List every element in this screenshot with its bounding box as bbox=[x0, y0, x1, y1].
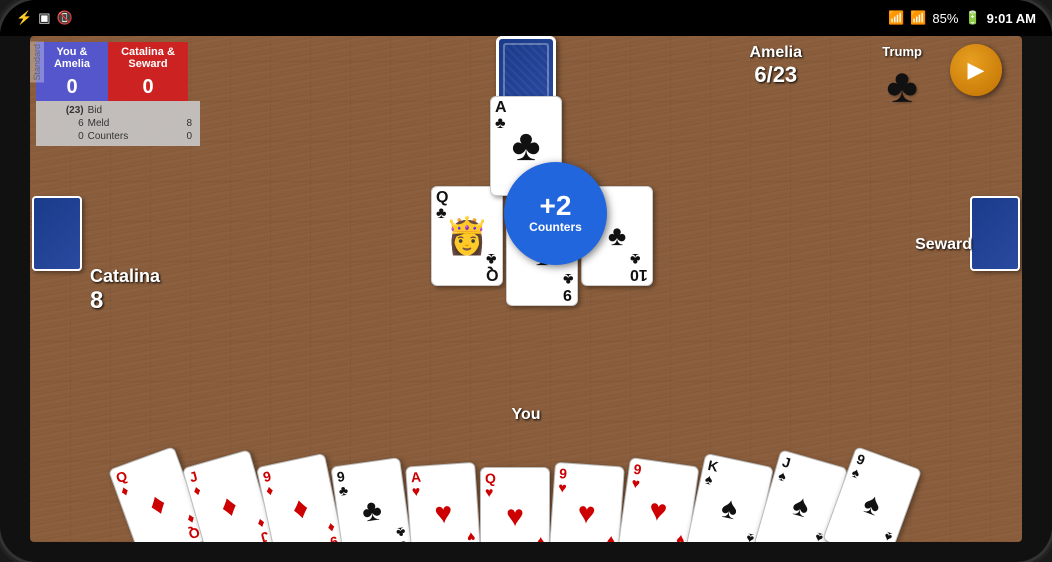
hand-tl-6: 9 ♥ bbox=[558, 466, 568, 495]
hand-card-7[interactable]: 9 ♥ ♥ 9 ♥ bbox=[616, 457, 699, 542]
hand-center-10: ♠ bbox=[859, 486, 886, 523]
queen-center: 👸 bbox=[445, 215, 490, 257]
wifi-icon: 📶 bbox=[888, 10, 904, 26]
counters-bubble: +2 Counters bbox=[504, 162, 607, 265]
usb-icon: ⚡ bbox=[16, 10, 32, 26]
hand-tl-10: 9 ♠ bbox=[850, 452, 867, 481]
ace-center: ♣ bbox=[512, 121, 541, 171]
meld-col: Meld bbox=[86, 117, 175, 130]
bid-label: Bid bbox=[86, 104, 175, 117]
hand-center-8: ♠ bbox=[718, 491, 741, 528]
status-bar: ⚡ ▣ 📵 📶 📶 85% 🔋 9:01 AM bbox=[0, 0, 1052, 36]
hand-area: Q ♦ ♦ Q ♦ J ♦ ♦ J ♦ 9 ♦ ♦ 9 ♦ 9 ♣ bbox=[30, 412, 1022, 542]
hand-center-9: ♠ bbox=[788, 488, 813, 525]
hand-center-0: ♦ bbox=[145, 486, 171, 523]
hand-center-6: ♥ bbox=[576, 497, 596, 532]
signal-icon: 📶 bbox=[910, 10, 926, 26]
bid-val2 bbox=[175, 104, 194, 117]
score-table: You & Amelia Catalina & Seward 0 0 (23) … bbox=[36, 42, 200, 146]
amelia-name: Amelia bbox=[750, 44, 802, 62]
hand-tl-0: Q ♦ bbox=[114, 468, 134, 498]
ten-center: ♣ bbox=[608, 220, 626, 252]
hand-tl-7: 9 ♥ bbox=[631, 462, 643, 491]
catalina-score: 8 bbox=[90, 287, 160, 315]
left-deck bbox=[32, 196, 82, 271]
hand-card-5[interactable]: Q ♥ ♥ Q ♥ bbox=[480, 467, 550, 542]
hand-tl-3: 9 ♣ bbox=[336, 469, 349, 498]
hand-br-9: J ♠ bbox=[809, 530, 824, 542]
battery-icon: 🔋 bbox=[964, 10, 980, 26]
team2-score: 0 bbox=[108, 74, 188, 101]
hand-center-7: ♥ bbox=[647, 493, 669, 529]
score-values: 0 0 bbox=[36, 74, 200, 101]
wifi-off-icon: 📵 bbox=[56, 10, 72, 26]
phone-frame: ⚡ ▣ 📵 📶 📶 85% 🔋 9:01 AM Standard You & A… bbox=[0, 0, 1052, 562]
hand-br-4: A ♥ bbox=[465, 530, 477, 542]
hand-tl-5: Q ♥ bbox=[485, 471, 496, 499]
hand-br-5: Q ♥ bbox=[534, 535, 545, 542]
go-button[interactable]: ▶ bbox=[950, 44, 1002, 96]
trump-suit: ♣ bbox=[882, 59, 922, 114]
hand-br-3: 9 ♣ bbox=[395, 525, 408, 542]
you-label: You bbox=[511, 406, 540, 424]
hand-tl-1: J ♦ bbox=[188, 469, 203, 498]
nine-br: 9 ♣ bbox=[563, 270, 574, 302]
battery-percent: 85% bbox=[932, 11, 958, 26]
counters-col: Counters bbox=[86, 130, 175, 143]
counters-val: 0 bbox=[175, 130, 194, 143]
hand-tl-4: A ♥ bbox=[410, 470, 422, 499]
hand-tl-2: 9 ♦ bbox=[262, 469, 275, 498]
status-left: ⚡ ▣ 📵 bbox=[16, 10, 73, 26]
hand-br-6: 9 ♥ bbox=[605, 534, 615, 542]
score-header: You & Amelia Catalina & Seward bbox=[36, 42, 200, 74]
meld-label: 6 bbox=[42, 117, 86, 130]
right-deck bbox=[970, 196, 1020, 271]
amelia-score: 6/23 bbox=[750, 62, 802, 88]
hand-card-6[interactable]: 9 ♥ ♥ 9 ♥ bbox=[548, 462, 625, 542]
amelia-info: Amelia 6/23 bbox=[750, 44, 802, 88]
bid-number: (23) bbox=[42, 104, 86, 117]
go-arrow-icon: ▶ bbox=[968, 57, 985, 83]
hand-tl-8: K ♠ bbox=[704, 458, 720, 487]
catalina-name: Catalina bbox=[90, 266, 160, 287]
catalina-info: Catalina 8 bbox=[90, 266, 160, 315]
trump-label: Trump bbox=[882, 44, 922, 59]
queen-br: Q ♣ bbox=[486, 250, 498, 282]
hand-br-10: 9 ♠ bbox=[877, 530, 894, 542]
team1-score: 0 bbox=[36, 74, 108, 101]
ten-br: 10 ♣ bbox=[630, 250, 648, 282]
meld-val: 8 bbox=[175, 117, 194, 130]
trump-area: Trump ♣ bbox=[882, 44, 922, 114]
play-card-queen[interactable]: Q ♣ 👸 Q ♣ bbox=[431, 186, 503, 286]
counters-value: +2 bbox=[540, 192, 572, 220]
hand-br-8: K ♠ bbox=[739, 531, 755, 542]
hand-center-4: ♥ bbox=[433, 497, 453, 532]
status-right: 📶 📶 85% 🔋 9:01 AM bbox=[888, 10, 1036, 26]
ace-tl: A ♣ bbox=[495, 100, 507, 132]
team1-name: You & Amelia bbox=[36, 42, 108, 74]
hand-center-5: ♥ bbox=[506, 500, 524, 534]
counters-label-l: 0 bbox=[42, 130, 86, 143]
hand-tl-9: J ♠ bbox=[777, 454, 792, 483]
seward-label: Seward bbox=[915, 236, 972, 254]
time: 9:01 AM bbox=[987, 11, 1036, 26]
hand-card-4[interactable]: A ♥ ♥ A ♥ bbox=[405, 462, 482, 542]
hand-br-7: 9 ♥ bbox=[673, 532, 685, 542]
score-details: (23) Bid 6 Meld 8 0 Counters 0 bbox=[36, 101, 200, 146]
hand-center-2: ♦ bbox=[290, 491, 312, 527]
game-mode-label: Standard bbox=[30, 42, 44, 83]
hand-center-1: ♦ bbox=[217, 488, 241, 525]
hand-center-3: ♣ bbox=[360, 493, 384, 529]
sim-icon: ▣ bbox=[38, 10, 50, 26]
counters-sublabel: Counters bbox=[529, 220, 582, 234]
team2-name: Catalina & Seward bbox=[108, 42, 188, 74]
game-area: Standard You & Amelia Catalina & Seward … bbox=[30, 36, 1022, 542]
hand-card-3[interactable]: 9 ♣ ♣ 9 ♣ bbox=[330, 457, 413, 542]
hand-card-2[interactable]: 9 ♦ ♦ 9 ♦ bbox=[256, 453, 345, 542]
